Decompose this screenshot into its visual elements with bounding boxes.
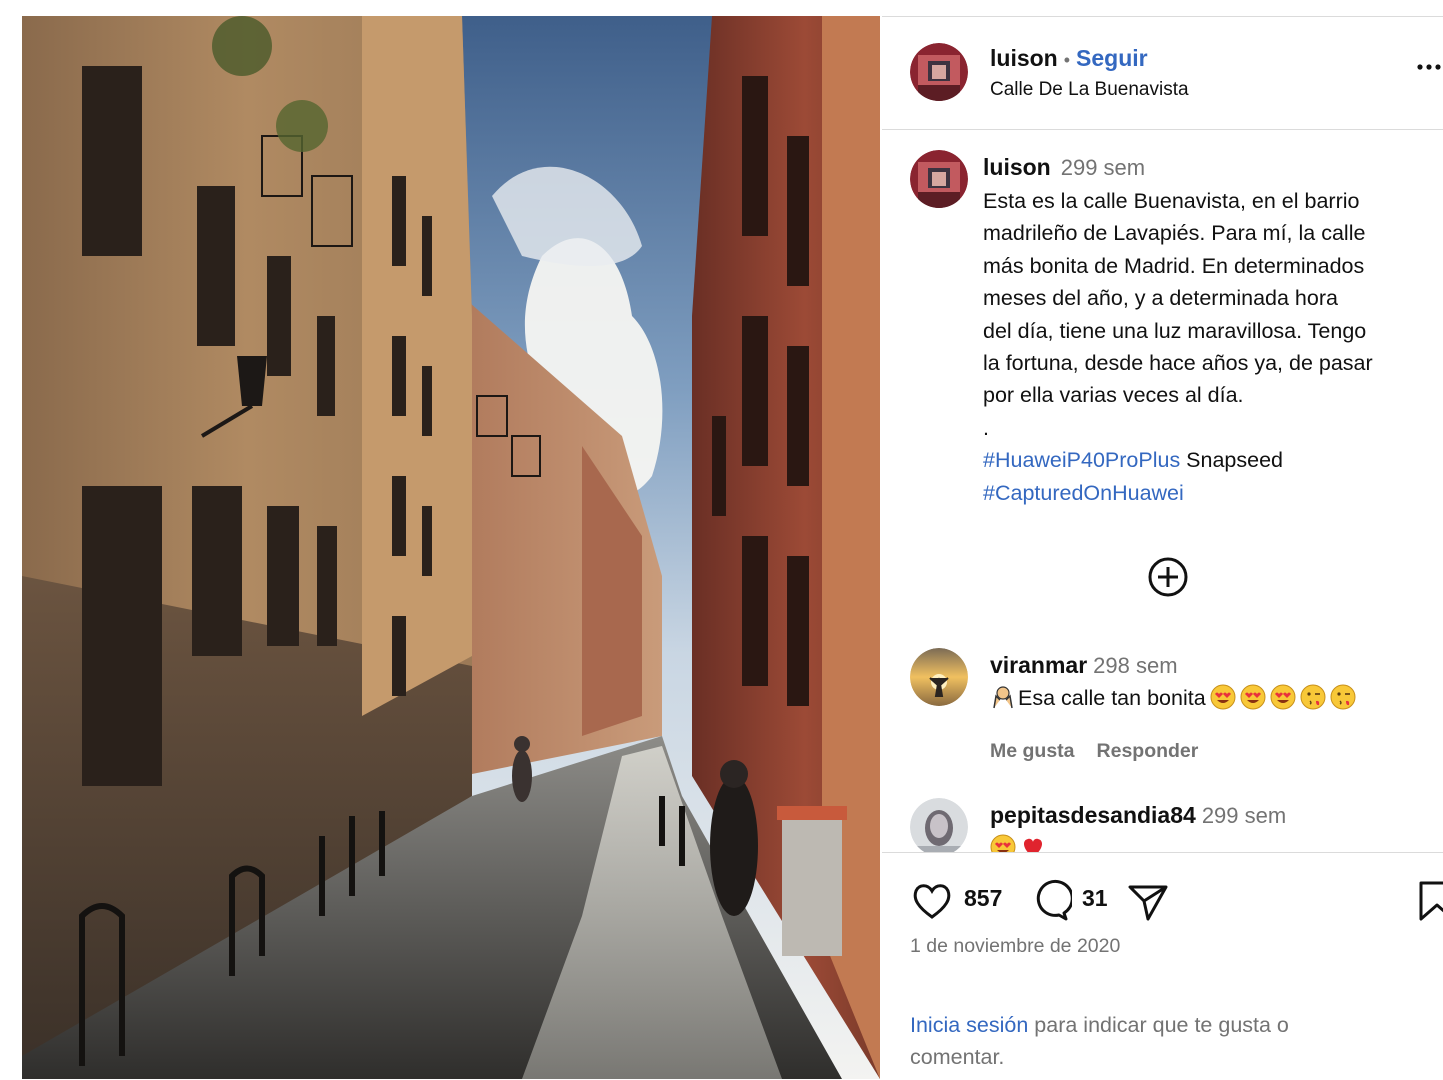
- post-location[interactable]: Calle De La Buenavista: [990, 79, 1189, 101]
- comment-reply-button[interactable]: Responder: [1097, 740, 1199, 762]
- author-username[interactable]: luison: [990, 45, 1058, 71]
- follow-button[interactable]: Seguir: [1076, 45, 1148, 71]
- hashtag-link[interactable]: #CapturedOnHuawei: [983, 481, 1184, 505]
- heart-eyes-icon: [990, 834, 1016, 852]
- caption-text: Esta es la calle Buenavista, en el barri…: [983, 189, 1373, 440]
- commenter-avatar-image: [910, 798, 968, 852]
- login-link[interactable]: Inicia sesión: [910, 1013, 1028, 1037]
- author-avatar[interactable]: [910, 43, 968, 101]
- caption-header: luison 299 sem: [983, 152, 1433, 183]
- commenter-avatar-image: [910, 648, 968, 706]
- post-photo[interactable]: [22, 16, 880, 1079]
- heart-eyes-icon: [1270, 684, 1296, 710]
- comment-like-button[interactable]: Me gusta: [990, 740, 1075, 762]
- kiss-wink-icon: [1330, 684, 1356, 710]
- commenter-username[interactable]: viranmar: [990, 652, 1087, 678]
- comment-button[interactable]: [1028, 879, 1074, 923]
- plus-circle-icon: [1148, 557, 1188, 597]
- comment-bubble-icon: [1036, 879, 1074, 921]
- comment-actions: Me gusta Responder: [990, 740, 1220, 763]
- commenter-username[interactable]: pepitasdesandia84: [990, 802, 1196, 828]
- caption-author-avatar[interactable]: [910, 150, 968, 208]
- heart-icon: [913, 884, 951, 919]
- author-line: luison • Seguir: [990, 45, 1148, 72]
- kiss-wink-icon: [1300, 684, 1326, 710]
- comment-body: Esa calle tan bonita: [1018, 686, 1206, 710]
- likes-count[interactable]: 857: [964, 885, 1002, 912]
- red-heart-icon: [1024, 838, 1042, 852]
- comment-time: 299 sem: [1201, 803, 1287, 828]
- street-photo-image: [22, 16, 880, 1079]
- load-more-comments-button[interactable]: [1146, 555, 1190, 599]
- more-options-button[interactable]: [1416, 57, 1443, 77]
- caption-time: 299 sem: [1060, 155, 1146, 180]
- heart-eyes-icon: [1240, 684, 1266, 710]
- caption: luison 299 sem Esta es la calle Buenavist…: [983, 152, 1433, 509]
- more-horizontal-icon: [1417, 64, 1441, 70]
- post-date[interactable]: 1 de noviembre de 2020: [910, 935, 1120, 958]
- share-button[interactable]: [1126, 879, 1170, 923]
- post-actions-row: 857 31: [910, 879, 1443, 923]
- heart-eyes-icon: [1210, 684, 1236, 710]
- caption-avatar-image: [910, 150, 968, 208]
- comment-header: pepitasdesandia84 299 sem: [990, 802, 1286, 829]
- comment-header: viranmar 298 sem: [990, 652, 1178, 679]
- commenter-avatar[interactable]: [910, 798, 968, 852]
- caption-plain-text: Snapseed: [1180, 448, 1284, 473]
- save-button[interactable]: [1415, 879, 1443, 923]
- separator-dot: •: [1063, 50, 1071, 70]
- hands-icon: [993, 686, 1013, 709]
- post-header: luison • Seguir Calle De La Buenavista: [882, 17, 1443, 130]
- comment-text: Esa calle tan bonita: [990, 684, 1356, 711]
- comment-text: [990, 834, 1046, 852]
- like-button[interactable]: [910, 879, 954, 923]
- comments-count: 31: [1082, 885, 1108, 911]
- comments-scroll-area[interactable]: luison 299 sem Esta es la calle Buenavist…: [882, 130, 1443, 853]
- post-details-panel: luison • Seguir Calle De La Buenavista lu: [882, 16, 1443, 1080]
- commenter-avatar[interactable]: [910, 648, 968, 706]
- hashtag-link[interactable]: #HuaweiP40ProPlus: [983, 448, 1180, 472]
- send-icon: [1128, 885, 1168, 921]
- caption-username[interactable]: luison: [983, 154, 1051, 180]
- caption-tags: #HuaweiP40ProPlus Snapseed #CapturedOnHu…: [983, 444, 1433, 509]
- bookmark-icon: [1419, 881, 1443, 921]
- login-prompt: Inicia sesión para indicar que te gusta …: [910, 1009, 1380, 1073]
- comment-time: 298 sem: [1093, 653, 1178, 678]
- author-avatar-image: [910, 43, 968, 101]
